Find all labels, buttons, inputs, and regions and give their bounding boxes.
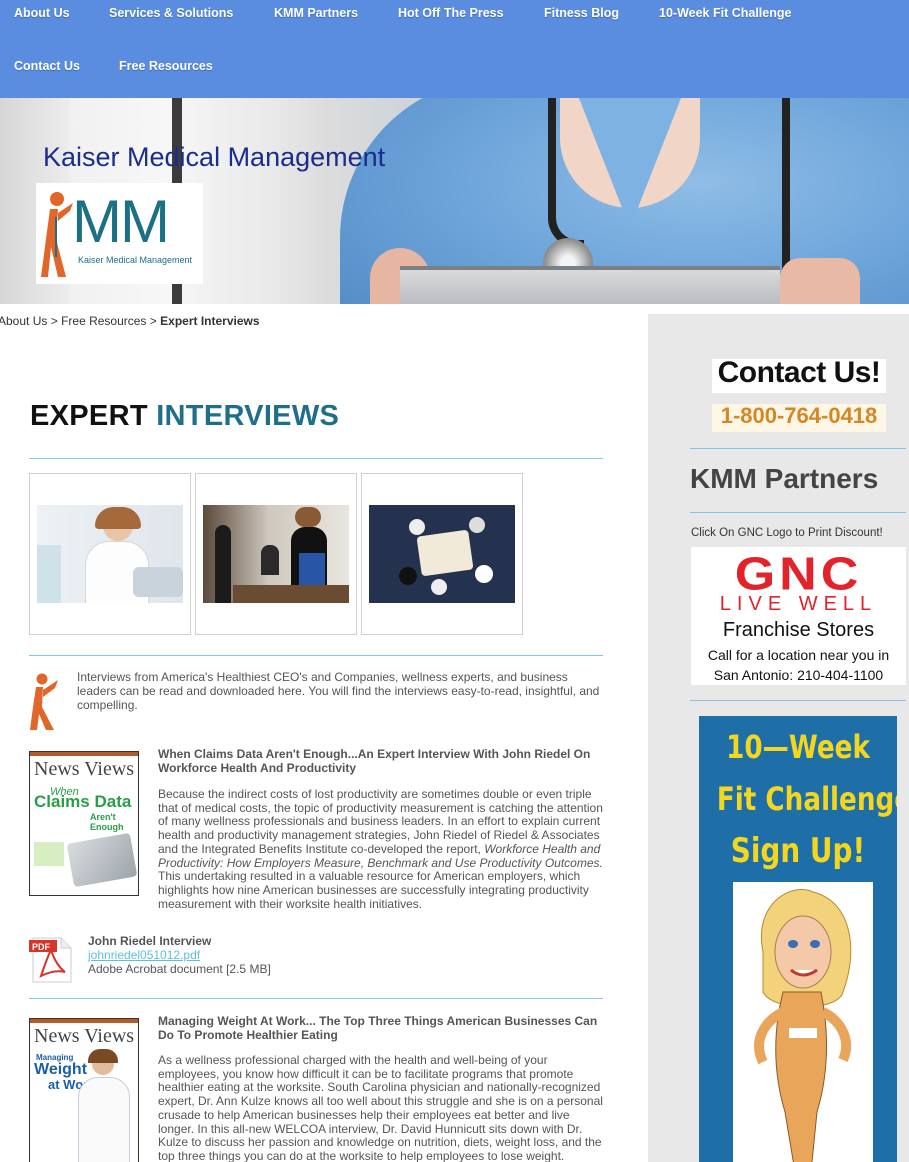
- nav-free-resources[interactable]: Free Resources: [119, 59, 213, 73]
- fit-line-3: Sign Up!: [730, 831, 866, 871]
- caricature-illustration-icon: [754, 889, 852, 1162]
- kmm-figure-icon: [41, 192, 73, 277]
- breadcrumb-separator: >: [149, 314, 157, 328]
- divider: [29, 655, 603, 656]
- article-body: Because the indirect costs of lost produ…: [158, 787, 603, 911]
- page-title: EXPERT INTERVIEWS: [30, 400, 339, 433]
- download-meta: Adobe Acrobat document [2.5 MB]: [88, 962, 271, 976]
- sidebar-divider: [690, 448, 906, 449]
- meeting-photo: [369, 505, 515, 603]
- nav-kmm-partners[interactable]: KMM Partners: [274, 6, 358, 20]
- pdf-icon-label: PDF: [32, 942, 51, 952]
- cover-portrait-coat: [78, 1077, 130, 1162]
- nav-hot-off-the-press[interactable]: Hot Off The Press: [398, 6, 504, 20]
- divider: [29, 998, 603, 999]
- business-photo: [203, 505, 349, 603]
- breadcrumb-about-us[interactable]: About Us: [0, 314, 47, 328]
- divider: [29, 458, 603, 459]
- cover-masthead: News Views: [34, 758, 135, 780]
- gnc-ad[interactable]: GNC LIVE WELL Franchise Stores Call for …: [691, 547, 906, 685]
- logo-letters: MM: [72, 188, 170, 255]
- article-cover-weight-at-work[interactable]: News Views Managing Weight at Work: [29, 1018, 139, 1162]
- gnc-note: Click On GNC Logo to Print Discount!: [691, 527, 883, 539]
- sidebar-divider: [690, 700, 906, 701]
- page-title-part2: INTERVIEWS: [156, 400, 340, 432]
- article-title[interactable]: Managing Weight At Work... The Top Three…: [158, 1014, 598, 1042]
- logo-caption: Kaiser Medical Management: [78, 255, 193, 265]
- gnc-call-text: Call for a location near you in: [707, 647, 890, 663]
- phone-number[interactable]: 1-800-764-0418: [712, 403, 886, 429]
- download-link[interactable]: johnriedel051012.pdf: [88, 948, 200, 962]
- gnc-city-phone: San Antonio: 210-404-1100: [713, 667, 884, 683]
- breadcrumb-separator: >: [50, 314, 58, 328]
- fit-line-1: 10—Week: [726, 728, 870, 766]
- article-title[interactable]: When Claims Data Aren't Enough...An Expe…: [158, 747, 598, 775]
- doctor-photo: [37, 505, 183, 603]
- breadcrumb-current: Expert Interviews: [160, 314, 260, 328]
- gallery-thumb-meeting[interactable]: [361, 473, 523, 635]
- sidebar-divider: [690, 512, 906, 513]
- page-title-part1: EXPERT: [30, 400, 148, 432]
- banner-stethoscope-left: [548, 98, 584, 248]
- contact-heading[interactable]: Contact Us!: [712, 356, 886, 390]
- pdf-icon[interactable]: PDF: [29, 936, 73, 984]
- gnc-tagline: LIVE WELL: [719, 593, 878, 615]
- gnc-logo: GNC: [734, 547, 863, 601]
- main-navigation: About Us Services & Solutions KMM Partne…: [0, 0, 909, 98]
- kmm-figure-icon: [30, 673, 58, 730]
- gnc-franchise: Franchise Stores: [722, 619, 875, 641]
- nav-services-solutions[interactable]: Services & Solutions: [109, 6, 233, 20]
- gallery-thumb-business[interactable]: [195, 473, 357, 635]
- download-name: John Riedel Interview: [88, 934, 212, 948]
- cover-line: Aren't Enough: [90, 812, 124, 832]
- gallery-thumb-doctor[interactable]: [29, 473, 191, 635]
- nav-contact-us[interactable]: Contact Us: [14, 59, 80, 73]
- nav-fitness-blog[interactable]: Fitness Blog: [544, 6, 619, 20]
- breadcrumb: About Us > Free Resources > Expert Inter…: [0, 314, 260, 328]
- breadcrumb-free-resources[interactable]: Free Resources: [61, 314, 146, 328]
- cover-masthead: News Views: [34, 1025, 135, 1047]
- article-body: As a wellness professional charged with …: [158, 1053, 603, 1162]
- banner-nurse-hand-right: [780, 258, 860, 304]
- kmm-logo[interactable]: MM Kaiser Medical Management: [36, 183, 203, 284]
- cover-headline: Claims Data: [34, 792, 132, 811]
- nav-about-us[interactable]: About Us: [14, 6, 70, 20]
- fit-line-2: Fit Challenge: [716, 780, 897, 818]
- cover-inset: [34, 842, 64, 866]
- fit-caricature: [733, 882, 873, 1162]
- cover-calculator-image: [66, 832, 138, 888]
- partners-heading: KMM Partners: [690, 463, 879, 494]
- cover-portrait-hair: [88, 1049, 118, 1063]
- banner-clipboard: [400, 266, 780, 304]
- fit-challenge-banner[interactable]: 10—Week Fit Challenge Sign Up!: [699, 716, 897, 1162]
- article-cover-claims-data[interactable]: News Views When Claims Data Aren't Enoug…: [29, 751, 139, 896]
- nav-fit-challenge[interactable]: 10-Week Fit Challenge: [659, 6, 791, 20]
- intro-text: Interviews from America's Healthiest CEO…: [77, 670, 600, 712]
- site-title: Kaiser Medical Management: [43, 142, 386, 172]
